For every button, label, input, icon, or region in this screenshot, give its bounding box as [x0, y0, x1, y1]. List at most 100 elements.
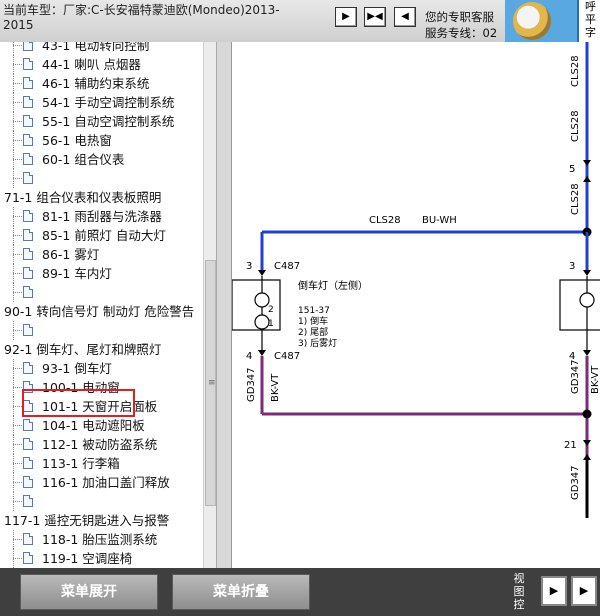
tree-item-empty[interactable] — [0, 321, 204, 340]
tree-item[interactable]: 54-1 手动空调控制系统 — [0, 93, 204, 112]
document-icon — [23, 115, 33, 127]
pin-5-label: 5 — [569, 164, 575, 175]
service-line-1: 您的专职客服 — [425, 10, 494, 24]
document-icon — [23, 229, 33, 241]
service-line-2: 服务专线：02 — [425, 26, 498, 40]
tree-item[interactable]: 46-1 辅助约束系统 — [0, 74, 204, 93]
tree-item[interactable]: 44-1 喇叭 点烟器 — [0, 55, 204, 74]
tree-connector — [13, 83, 22, 84]
hotline-panel: 呼 平 字 — [577, 0, 600, 42]
menu-collapse-button[interactable]: 菜单折叠 — [172, 574, 310, 610]
tree-connector — [13, 140, 22, 141]
view-next-button[interactable]: ▶ — [541, 576, 567, 606]
document-icon — [23, 419, 33, 431]
tree-item[interactable]: 55-1 自动空调控制系统 — [0, 112, 204, 131]
tree-scrollbar[interactable]: ≡ — [203, 42, 217, 568]
bulb-icon-2 — [254, 314, 270, 330]
pin-1-label: 1 — [268, 319, 274, 329]
document-icon — [23, 324, 33, 336]
ground-label-left: GD347 — [246, 367, 257, 402]
wire-label-right-3: CLS28 — [570, 183, 581, 215]
tree-item[interactable]: 118-1 胎压监测系统 — [0, 530, 204, 549]
tree-item[interactable]: 104-1 电动遮阳板 — [0, 416, 204, 435]
tree-connector — [13, 425, 22, 426]
tree-item-label: 100-1 电动窗 — [42, 380, 120, 395]
hotline-banner: 呼 平 字 — [505, 0, 600, 42]
tree-connector — [13, 558, 22, 559]
ground-label-right-2: GD347 — [570, 465, 581, 500]
document-icon — [23, 552, 33, 564]
tree-item[interactable]: 56-1 电热窗 — [0, 131, 204, 150]
tree-connector — [13, 444, 22, 445]
tree-item-empty[interactable] — [0, 492, 204, 511]
tree-item-empty[interactable] — [0, 283, 204, 302]
tree-item[interactable]: 101-1 天窗开启面板 — [0, 397, 204, 416]
grip-icon: ≡ — [208, 378, 216, 388]
connector-arrow-6 — [583, 350, 591, 356]
pane-splitter[interactable] — [216, 42, 232, 568]
tree-connector — [13, 159, 22, 160]
lamp-line-2: 2) 尾部 — [298, 326, 328, 338]
tree-item[interactable]: 86-1 雾灯 — [0, 245, 204, 264]
ground-color-right: BK-VT — [590, 365, 600, 394]
pin-2-label: 2 — [268, 305, 274, 315]
tree-connector — [13, 539, 22, 540]
tree-item[interactable]: 60-1 组合仪表 — [0, 150, 204, 169]
tree-connector — [13, 254, 22, 255]
tree-item[interactable]: 43-1 电动转向控制 — [0, 42, 204, 55]
nav-back-button[interactable]: ◀ — [394, 7, 416, 27]
tree-group[interactable]: 92-1 倒车灯、尾灯和牌照灯 — [0, 340, 204, 359]
document-icon — [23, 438, 33, 450]
tree-item[interactable]: 85-1 前照灯 自动大灯 — [0, 226, 204, 245]
nav-split-button[interactable]: ▶◀ — [364, 7, 386, 27]
document-icon — [23, 533, 33, 545]
lamp-box-right — [559, 279, 600, 331]
diagram-canvas: CLS28 CLS28 CLS28 5 CLS28 BU-WH 3 C487 3… — [232, 42, 600, 518]
bottom-toolbar: 菜单展开 菜单折叠 视图控 ▶ ▶ — [0, 568, 600, 616]
tree-item-label: 92-1 倒车灯、尾灯和牌照灯 — [4, 342, 162, 357]
pin-21-label: 21 — [564, 440, 577, 451]
menu-expand-button[interactable]: 菜单展开 — [20, 574, 158, 610]
tree-item-label: 90-1 转向信号灯 制动灯 危险警告 — [4, 304, 195, 319]
tree-item[interactable]: 116-1 加油口盖门释放 — [0, 473, 204, 492]
view-play-button[interactable]: ▶ — [571, 576, 597, 606]
wire-label-right-2: CLS28 — [570, 110, 581, 142]
connector-arrow-8 — [583, 454, 591, 460]
tree-item-label: 119-1 空调座椅 — [42, 551, 133, 566]
tree-item[interactable]: 89-1 车内灯 — [0, 264, 204, 283]
tree-item-label: 46-1 辅助约束系统 — [42, 76, 150, 91]
document-icon — [23, 96, 33, 108]
document-icon — [23, 381, 33, 393]
tree-connector — [13, 330, 22, 331]
tree-item[interactable]: 113-1 行李箱 — [0, 454, 204, 473]
tree-item[interactable]: 119-1 空调座椅 — [0, 549, 204, 568]
service-info: 您的专职客服 服务专线：02 — [425, 9, 505, 41]
tree-item-label: 81-1 雨刮器与洗涤器 — [42, 209, 162, 224]
tree-item-label: 43-1 电动转向控制 — [42, 42, 150, 53]
tree-connector — [13, 292, 22, 293]
document-icon — [23, 172, 33, 184]
document-icon — [23, 42, 33, 51]
tree-list: 43-1 电动转向控制 44-1 喇叭 点烟器 46-1 辅助约束系统 54-1 手动… — [0, 42, 204, 568]
tree-item[interactable]: 100-1 电动窗 — [0, 378, 204, 397]
top-bar: 当前车型：厂家:C-长安福特蒙迪欧(Mondeo)2013-2015 ▶ ▶◀ … — [0, 0, 600, 43]
scrollbar-thumb[interactable]: ≡ — [205, 260, 216, 506]
tree-item-label: 101-1 天窗开启面板 — [42, 399, 158, 414]
document-icon — [23, 134, 33, 146]
tree-item[interactable]: 112-1 被动防盗系统 — [0, 435, 204, 454]
tree-item[interactable]: 81-1 雨刮器与洗涤器 — [0, 207, 204, 226]
tree-item[interactable]: 93-1 倒车灯 — [0, 359, 204, 378]
wire-label-buwh: BU-WH — [422, 215, 457, 226]
tree-item-empty[interactable] — [0, 169, 204, 188]
ground-color-left: BK-VT — [270, 373, 281, 402]
tree-item-label: 71-1 组合仪表和仪表板照明 — [4, 190, 162, 205]
pin-4-left: 4 — [246, 351, 252, 362]
tree-group[interactable]: 71-1 组合仪表和仪表板照明 — [0, 188, 204, 207]
tree-group[interactable]: 90-1 转向信号灯 制动灯 危险警告 — [0, 302, 204, 321]
connector-arrow-3 — [258, 270, 266, 276]
connector-arrow-4 — [583, 270, 591, 276]
tree-connector — [13, 501, 22, 502]
document-icon — [23, 210, 33, 222]
nav-forward-button[interactable]: ▶ — [335, 7, 357, 27]
tree-group[interactable]: 117-1 遥控无钥匙进入与报警 — [0, 511, 204, 530]
